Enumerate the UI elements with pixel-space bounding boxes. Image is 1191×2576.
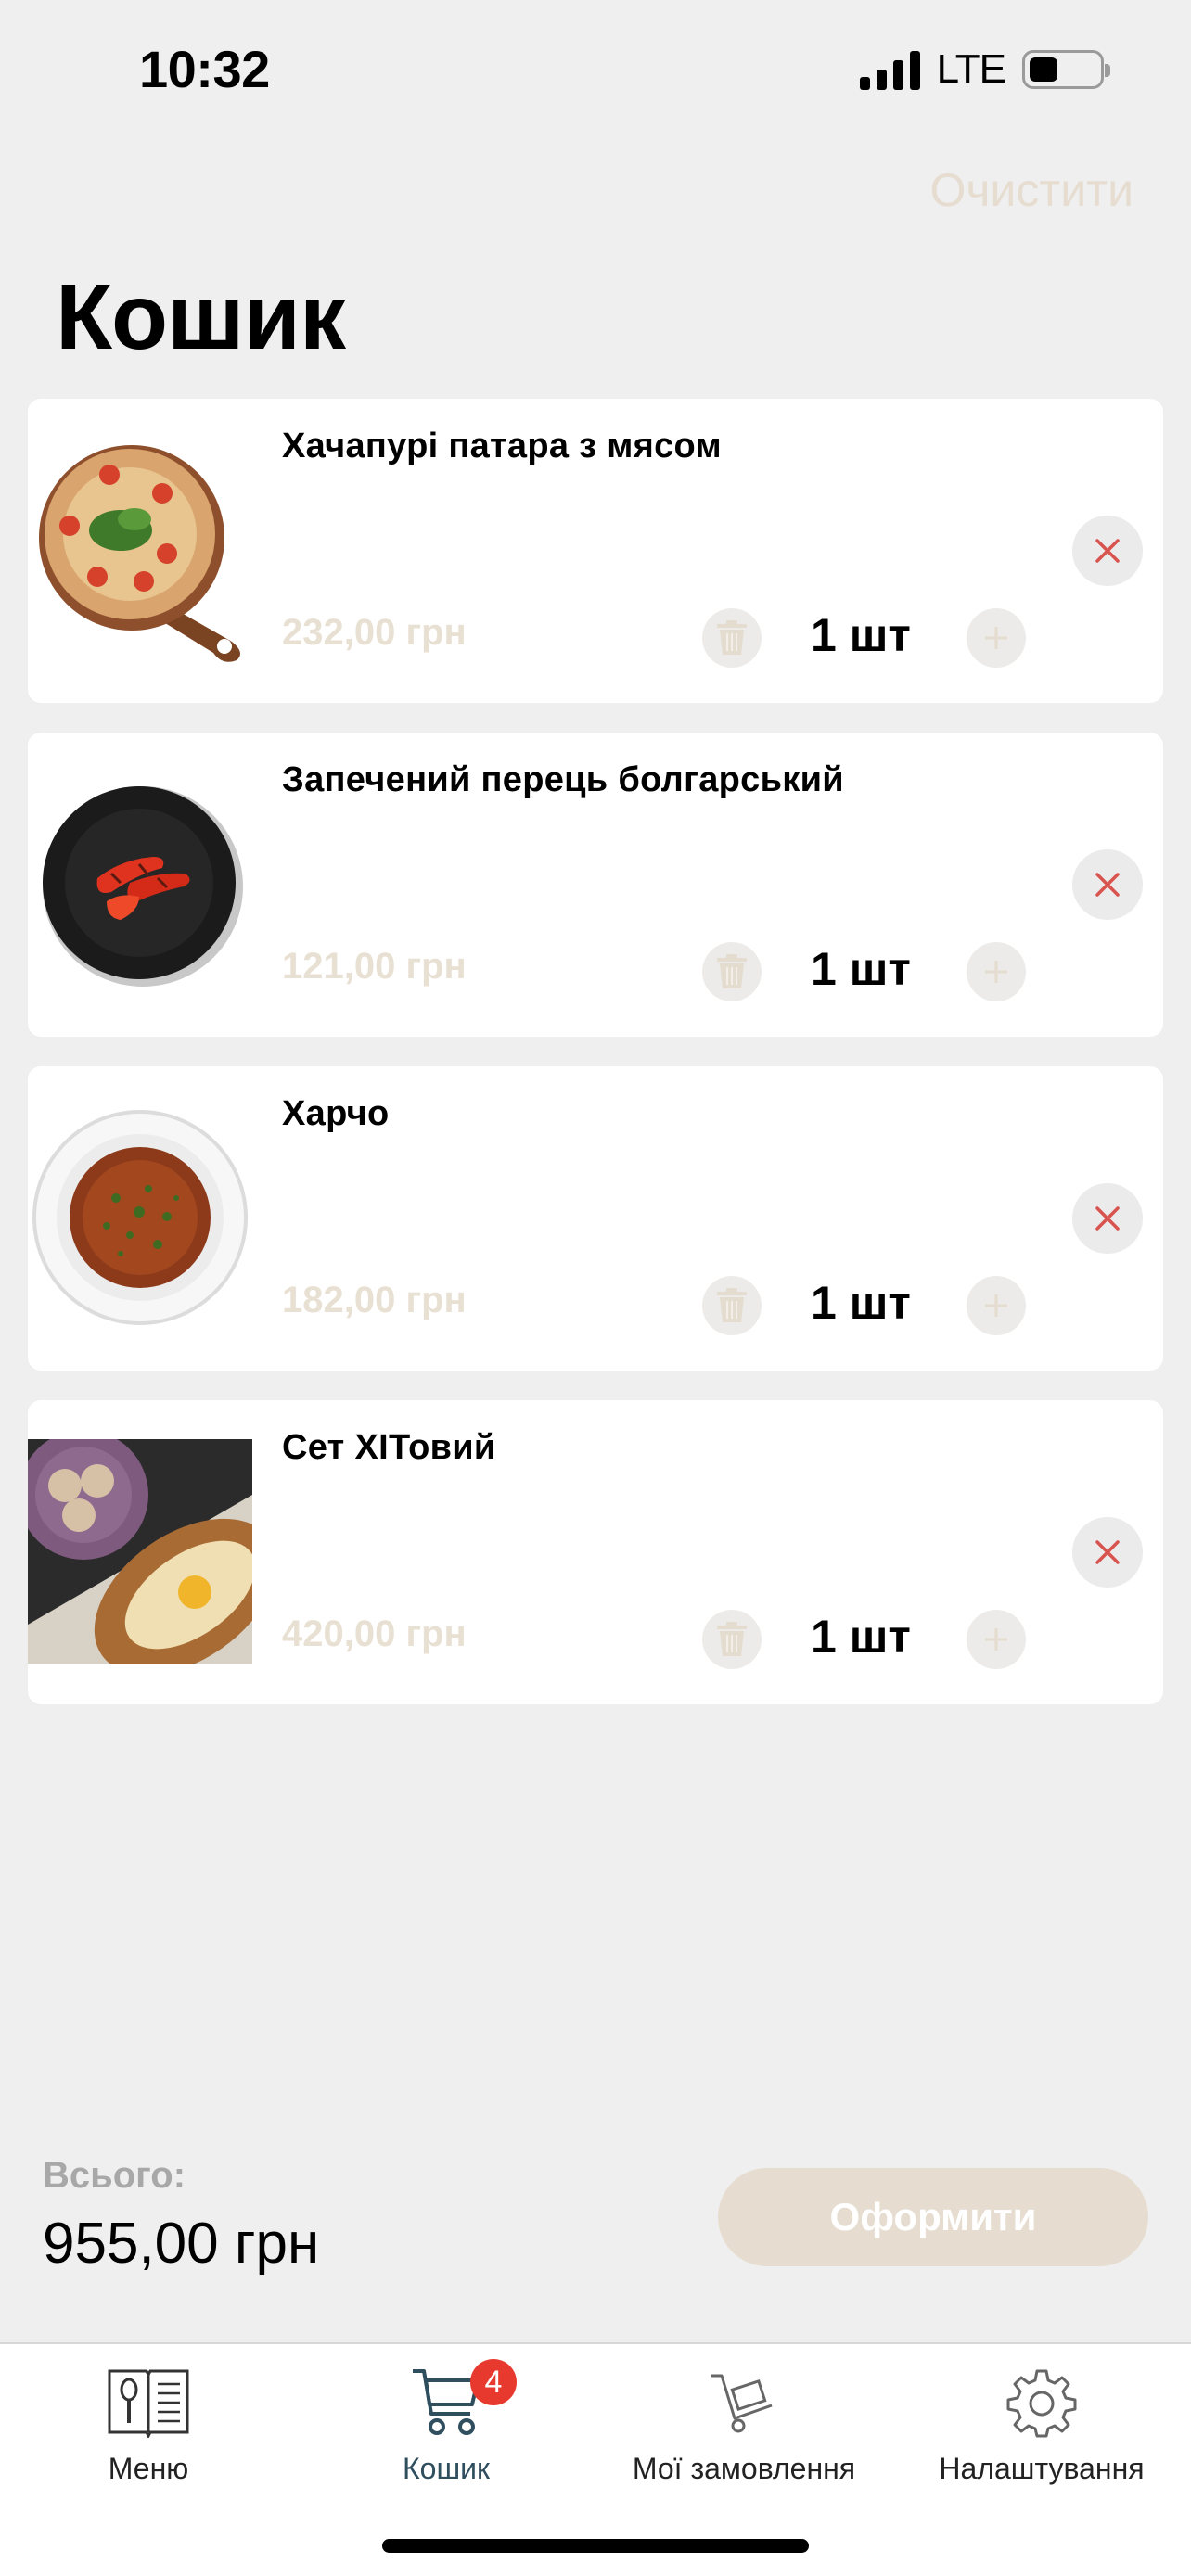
menu-book-icon <box>108 2369 189 2438</box>
decrease-trash-button[interactable] <box>702 1610 762 1669</box>
plus-icon <box>985 1294 1007 1317</box>
increase-button[interactable] <box>967 1276 1026 1335</box>
trash-icon <box>717 1288 747 1322</box>
status-time: 10:32 <box>139 40 270 98</box>
item-name: Хачапурі патара з мясом <box>282 427 722 465</box>
cart-item: Хачапурі патара з мясом 232,00 грн 1 шт <box>28 399 1163 703</box>
increase-button[interactable] <box>967 942 1026 1001</box>
kharcho-soup-photo <box>32 1110 248 1325</box>
total-value: 955,00 грн <box>43 2212 320 2276</box>
trash-icon <box>717 620 747 655</box>
cart-item: Запечений перець болгарський 121,00 грн … <box>28 733 1163 1037</box>
increase-button[interactable] <box>967 1610 1026 1669</box>
network-label: LTE <box>936 46 1006 92</box>
decrease-trash-button[interactable] <box>702 1276 762 1335</box>
item-price: 420,00 грн <box>282 1613 467 1654</box>
tab-label: Меню <box>108 2452 189 2485</box>
item-price: 121,00 грн <box>282 946 467 987</box>
remove-item-button[interactable] <box>1072 1517 1143 1588</box>
tab-label: Налаштування <box>939 2452 1145 2485</box>
close-icon <box>1095 1540 1120 1564</box>
close-icon <box>1095 539 1120 563</box>
plus-icon <box>985 1628 1007 1651</box>
increase-button[interactable] <box>967 608 1026 668</box>
gear-icon <box>1006 2369 1077 2438</box>
item-quantity: 1 шт <box>811 1611 911 1663</box>
decrease-trash-button[interactable] <box>702 608 762 668</box>
item-price: 182,00 грн <box>282 1280 467 1320</box>
checkout-button[interactable]: Оформити <box>718 2168 1148 2266</box>
item-quantity: 1 шт <box>811 1277 911 1329</box>
status-indicators: LTE <box>859 46 1110 93</box>
cart-item: Сет ХІТовий 420,00 грн 1 шт <box>28 1400 1163 1704</box>
close-icon <box>1095 1206 1120 1231</box>
trash-icon <box>717 954 747 988</box>
item-name: Запечений перець болгарський <box>282 760 844 799</box>
item-quantity: 1 шт <box>811 943 911 995</box>
item-name: Харчо <box>282 1094 390 1133</box>
remove-item-button[interactable] <box>1072 1183 1143 1254</box>
status-bar: 10:32 LTE <box>0 0 1191 139</box>
cart-list: Хачапурі патара з мясом 232,00 грн 1 шт <box>28 399 1163 1734</box>
tab-settings[interactable]: Налаштування <box>893 2363 1190 2486</box>
plus-icon <box>985 961 1007 983</box>
item-quantity: 1 шт <box>811 609 911 661</box>
total-label: Всього: <box>43 2155 186 2196</box>
trash-icon <box>717 1622 747 1656</box>
remove-item-button[interactable] <box>1072 849 1143 920</box>
home-indicator[interactable] <box>382 2539 809 2553</box>
page-title: Кошик <box>56 265 346 369</box>
tab-my-orders[interactable]: Мої замовлення <box>596 2363 892 2486</box>
item-name: Сет ХІТовий <box>282 1428 496 1467</box>
set-hitovyi-photo <box>28 1439 252 1664</box>
tab-cart[interactable]: 4 Кошик <box>298 2359 595 2486</box>
remove-item-button[interactable] <box>1072 516 1143 586</box>
close-icon <box>1095 873 1120 897</box>
delivery-cart-icon <box>711 2374 773 2433</box>
battery-icon <box>1022 50 1110 89</box>
tab-label: Кошик <box>403 2452 490 2485</box>
tab-label: Мої замовлення <box>632 2452 856 2485</box>
decrease-trash-button[interactable] <box>702 942 762 1001</box>
plus-icon <box>985 627 1007 649</box>
cart-count-badge: 4 <box>470 2359 517 2405</box>
khachapuri-photo <box>39 445 240 662</box>
baked-pepper-photo <box>43 786 243 987</box>
item-price: 232,00 грн <box>282 612 467 653</box>
cart-item: Харчо 182,00 грн 1 шт <box>28 1066 1163 1371</box>
signal-icon <box>859 49 920 90</box>
tab-menu[interactable]: Меню <box>0 2363 297 2486</box>
clear-cart-button[interactable]: Очистити <box>929 163 1133 217</box>
